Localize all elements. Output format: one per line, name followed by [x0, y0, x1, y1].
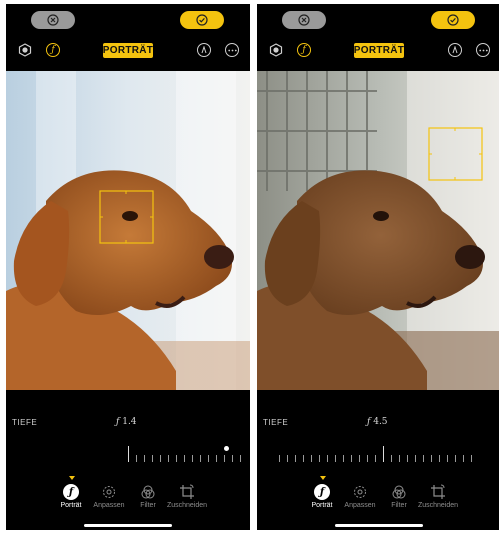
editor-tabbar: ƒ Porträt Anpassen Filter Zuschneiden [6, 478, 250, 518]
slider-tick [192, 455, 193, 462]
slider-tick [240, 455, 241, 462]
slider-tick [327, 455, 328, 462]
slider-tick [224, 455, 225, 462]
slider-tick [168, 455, 169, 462]
slider-tick [415, 455, 416, 462]
slider-tick [383, 446, 384, 462]
portrait-lighting-icon [269, 43, 283, 57]
slider-tick [351, 455, 352, 462]
slider-tick [431, 455, 432, 462]
slider-tick [359, 455, 360, 462]
slider-tick [335, 455, 336, 462]
aperture-f-icon: ƒ [63, 484, 79, 500]
depth-slider[interactable] [257, 444, 499, 466]
filter-circles-icon [392, 485, 406, 499]
slider-tick [447, 455, 448, 462]
slider-tick [200, 455, 201, 462]
depth-value: ƒ 1.4 [116, 417, 137, 427]
filter-circles-icon [141, 485, 155, 499]
mode-badge: PORTRÄT [102, 43, 154, 58]
tab-crop[interactable]: Zuschneiden [413, 484, 463, 509]
photo-canvas[interactable] [257, 71, 499, 390]
tab-label: Zuschneiden [166, 502, 208, 509]
depth-f-button[interactable]: ƒ [46, 43, 60, 57]
slider-tick [136, 455, 137, 462]
slider-tick [439, 455, 440, 462]
slider-tick [463, 455, 464, 462]
slider-tick [279, 455, 280, 462]
done-button[interactable] [180, 11, 224, 29]
depth-label: TIEFE [263, 418, 289, 427]
portrait-lighting-button[interactable] [18, 43, 32, 57]
slider-tick [144, 455, 145, 462]
cancel-x-icon [298, 14, 310, 26]
slider-tick [128, 446, 129, 462]
markup-pen-icon [452, 46, 458, 54]
slider-tick [407, 455, 408, 462]
slider-tick [303, 455, 304, 462]
slider-tick [208, 455, 209, 462]
crop-rotate-icon [431, 484, 445, 499]
depth-f-icon: ƒ [51, 44, 55, 55]
photo-editor-right: ƒ PORTRÄT TIEFE ƒ 4.5 ƒ Porträt Anpassen… [257, 4, 499, 530]
done-check-icon [447, 14, 459, 26]
slider-tick [287, 455, 288, 462]
slider-tick [319, 455, 320, 462]
cancel-button[interactable] [31, 11, 75, 29]
home-indicator [84, 524, 172, 527]
tab-crop[interactable]: Zuschneiden [162, 484, 212, 509]
photo-editor-left: ƒ PORTRÄT TIEFE ƒ 1.4 ƒ Porträt Anpassen… [6, 4, 250, 530]
adjust-dial-icon [103, 486, 115, 498]
slider-tick [160, 455, 161, 462]
slider-tick [176, 455, 177, 462]
markup-button[interactable] [448, 43, 462, 57]
adjust-dial-icon [354, 486, 366, 498]
photo-canvas[interactable] [6, 71, 250, 390]
depth-slider[interactable] [6, 444, 250, 466]
slider-tick [311, 455, 312, 462]
mode-badge: PORTRÄT [353, 43, 405, 58]
more-ellipsis-icon [478, 49, 488, 51]
more-ellipsis-icon [227, 49, 237, 51]
editor-tabbar: ƒ Porträt Anpassen Filter Zuschneiden [257, 478, 499, 518]
depth-label: TIEFE [12, 418, 38, 427]
slider-tick [455, 455, 456, 462]
markup-button[interactable] [197, 43, 211, 57]
slider-tick [423, 455, 424, 462]
slider-tick [152, 455, 153, 462]
slider-tick [232, 455, 233, 462]
home-indicator [335, 524, 423, 527]
more-button[interactable] [225, 43, 239, 57]
portrait-lighting-icon [18, 43, 32, 57]
done-button[interactable] [431, 11, 475, 29]
cancel-x-icon [47, 14, 59, 26]
slider-tick [367, 455, 368, 462]
markup-pen-icon [201, 46, 207, 54]
depth-f-button[interactable]: ƒ [297, 43, 311, 57]
slider-tick [391, 455, 392, 462]
slider-tick [399, 455, 400, 462]
dog-photo [6, 71, 250, 390]
done-check-icon [196, 14, 208, 26]
slider-tick [375, 455, 376, 462]
portrait-lighting-button[interactable] [269, 43, 283, 57]
slider-tick [216, 455, 217, 462]
dog-photo [257, 71, 499, 390]
aperture-f-icon: ƒ [314, 484, 330, 500]
slider-tick [343, 455, 344, 462]
cancel-button[interactable] [282, 11, 326, 29]
depth-f-icon: ƒ [302, 44, 306, 55]
slider-default-dot [224, 446, 229, 451]
slider-tick [184, 455, 185, 462]
tab-label: Zuschneiden [417, 502, 459, 509]
crop-rotate-icon [180, 484, 194, 499]
slider-tick [295, 455, 296, 462]
more-button[interactable] [476, 43, 490, 57]
slider-tick [471, 455, 472, 462]
depth-value: ƒ 4.5 [367, 417, 388, 427]
